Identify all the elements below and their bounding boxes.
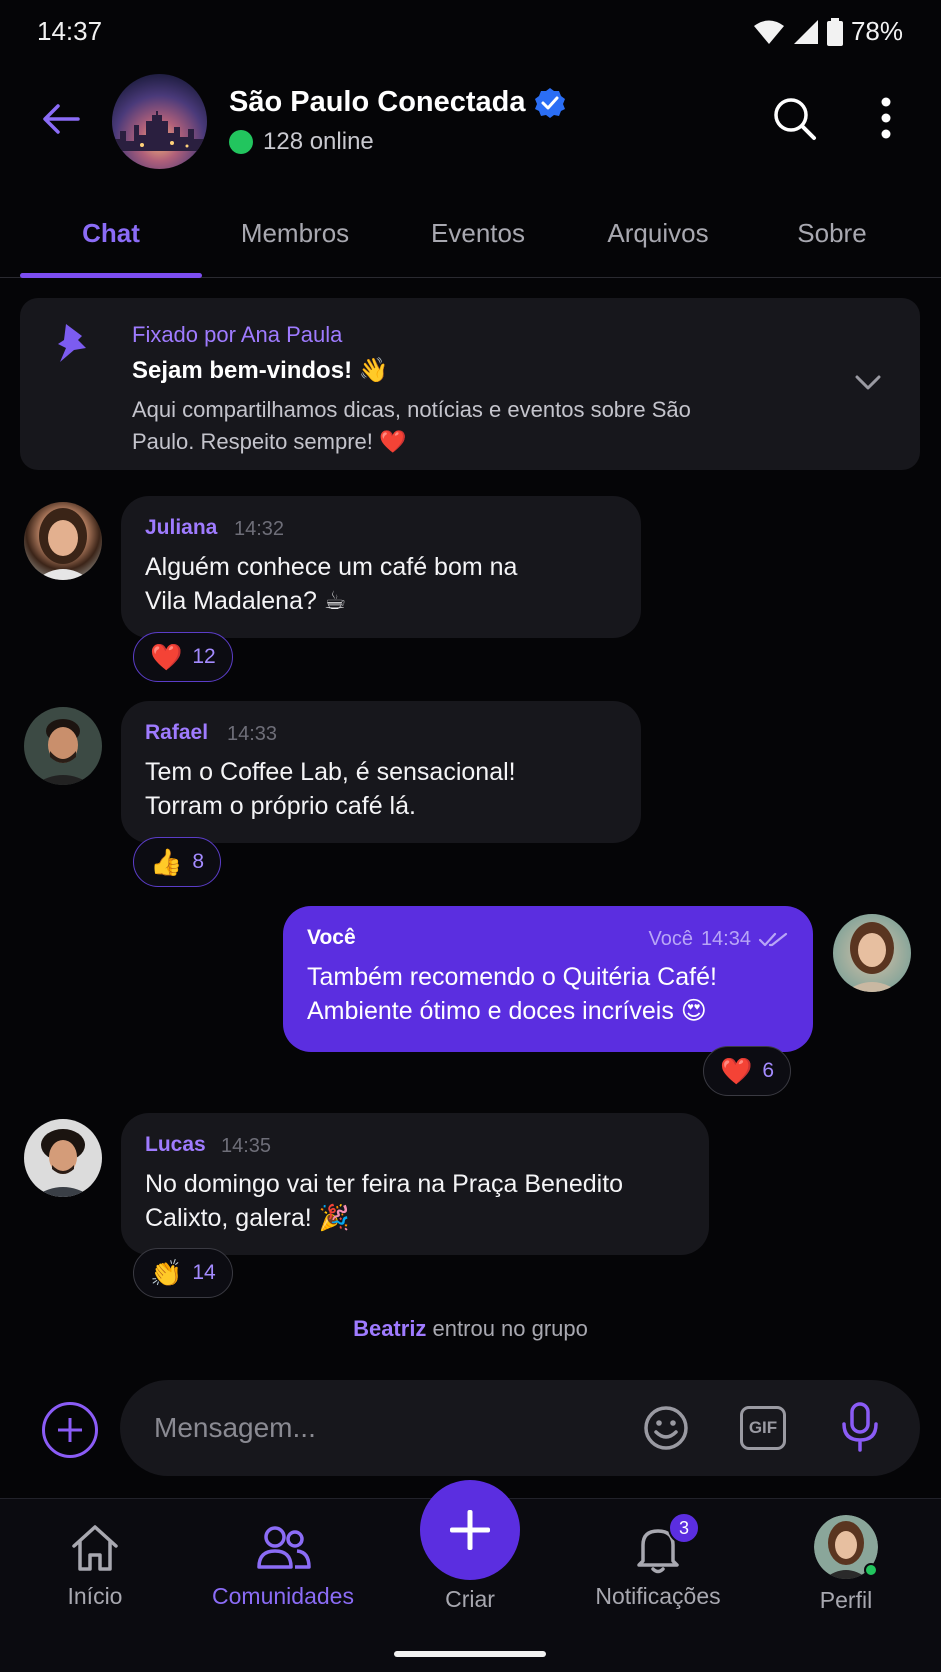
user-photo-rafael: [34, 719, 92, 785]
reaction-chip[interactable]: ❤️ 6: [703, 1046, 792, 1096]
online-status: 128 online: [229, 128, 374, 156]
message-bubble[interactable]: Juliana 14:32 Alguém conhece um café bom…: [121, 496, 641, 638]
message-time: 14:32: [234, 518, 285, 540]
online-dot-icon: [864, 1563, 878, 1577]
nav-communities[interactable]: Comunidades: [203, 1521, 363, 1610]
chat-header: São Paulo Conectada 128 online: [0, 64, 941, 184]
reaction-count: 14: [192, 1261, 216, 1284]
message-composer: GIF: [120, 1380, 920, 1476]
tab-bar: Chat Membros Eventos Arquivos Sobre: [0, 190, 941, 278]
back-arrow-icon[interactable]: [38, 96, 84, 142]
nav-communities-label: Comunidades: [212, 1583, 354, 1609]
user-photo-juliana: [36, 508, 90, 580]
people-icon: [257, 1526, 311, 1569]
profile-avatar: [814, 1515, 878, 1579]
tab-events[interactable]: Eventos: [398, 218, 558, 249]
user-photo-lucas: [34, 1129, 92, 1197]
message-time: 14:35: [221, 1135, 272, 1157]
battery-icon: [826, 17, 843, 46]
system-message-text: entrou no grupo: [426, 1316, 588, 1341]
nav-profile-label: Perfil: [819, 1587, 873, 1613]
attach-button[interactable]: [42, 1402, 98, 1458]
signal-icon: [793, 19, 818, 44]
message-meta: Você 14:34: [648, 928, 789, 951]
message-text: No domingo vai ter feira na Praça Benedi…: [145, 1170, 624, 1232]
avatar[interactable]: [24, 502, 102, 580]
reaction-chip[interactable]: 👍 8: [133, 837, 222, 887]
city-skyline-image: [112, 111, 207, 151]
message-bubble[interactable]: Rafael 14:33 Tem o Coffee Lab, é sensaci…: [121, 701, 641, 843]
wifi-icon: [753, 20, 784, 44]
nav-home[interactable]: Início: [15, 1521, 175, 1610]
message-author[interactable]: Juliana: [145, 516, 217, 540]
double-check-icon: [759, 932, 788, 946]
message-input[interactable]: [154, 1408, 574, 1448]
home-icon: [72, 1525, 118, 1571]
nav-notifications-label: Notificações: [595, 1583, 721, 1609]
message-author[interactable]: Rafael: [145, 721, 208, 745]
reaction-count: 12: [192, 645, 216, 668]
gif-button[interactable]: GIF: [740, 1406, 786, 1450]
pin-icon: [58, 324, 86, 362]
avatar[interactable]: [24, 707, 102, 785]
status-bar: 14:37 78%: [0, 0, 941, 64]
notifications-badge: 3: [668, 1512, 700, 1544]
home-indicator[interactable]: [394, 1651, 546, 1657]
avatar[interactable]: [24, 1119, 102, 1197]
message-text: Também recomendo o Quitéria Café! Ambien…: [307, 963, 717, 1025]
create-label: Criar: [445, 1586, 495, 1612]
chevron-down-icon[interactable]: [852, 366, 884, 398]
message-author[interactable]: Lucas: [145, 1133, 206, 1157]
online-count: 128 online: [263, 128, 374, 155]
microphone-icon[interactable]: [840, 1402, 880, 1454]
pinned-title: Sejam bem-vindos! 👋: [132, 357, 389, 384]
reaction-emoji: ❤️: [720, 1056, 753, 1086]
emoji-icon[interactable]: [642, 1404, 690, 1452]
status-time: 14:37: [37, 16, 103, 46]
active-tab-indicator: [20, 273, 202, 278]
verified-badge-icon: [534, 87, 565, 118]
pinned-by: Fixado por Ana Paula: [132, 322, 343, 347]
create-button[interactable]: [420, 1480, 520, 1580]
reaction-chip[interactable]: 👏 14: [133, 1248, 233, 1298]
message-time: 14:33: [227, 723, 278, 745]
reaction-count: 6: [762, 1059, 775, 1082]
reaction-emoji: 👍: [150, 847, 183, 877]
tab-files[interactable]: Arquivos: [578, 218, 738, 249]
group-title-row[interactable]: São Paulo Conectada: [229, 86, 566, 119]
own-message-bubble[interactable]: Você Você 14:34 Também recomendo o Quité…: [283, 906, 813, 1052]
battery-percent: 78%: [850, 16, 903, 46]
group-title: São Paulo Conectada: [229, 86, 526, 118]
message-author: Você: [307, 926, 356, 949]
message-bubble[interactable]: Lucas 14:35 No domingo vai ter feira na …: [121, 1113, 709, 1255]
sender-label: Você: [648, 928, 693, 950]
reaction-count: 8: [192, 850, 205, 873]
system-message: Beatriz entrou no grupo: [0, 1316, 941, 1342]
system-message-user[interactable]: Beatriz: [353, 1316, 426, 1341]
user-photo-you: [845, 922, 899, 992]
avatar[interactable]: [833, 914, 911, 992]
nav-home-label: Início: [67, 1583, 123, 1609]
pinned-message[interactable]: Fixado por Ana Paula Sejam bem-vindos! 👋…: [20, 298, 920, 470]
status-icons: 78%: [753, 16, 903, 47]
message-time: 14:34: [700, 928, 751, 950]
pinned-body: Aqui compartilhamos dicas, notícias e ev…: [132, 397, 691, 454]
tab-members[interactable]: Membros: [215, 218, 375, 249]
online-dot-icon: [229, 130, 253, 154]
nav-profile[interactable]: Perfil: [766, 1515, 926, 1614]
reaction-emoji: 👏: [150, 1258, 183, 1288]
group-avatar[interactable]: [112, 74, 207, 169]
tab-chat[interactable]: Chat: [20, 218, 202, 249]
nav-notifications[interactable]: Notificações: [578, 1521, 738, 1610]
message-text: Alguém conhece um café bom na Vila Madal…: [145, 553, 518, 615]
reaction-chip[interactable]: ❤️ 12: [133, 632, 233, 682]
tab-about[interactable]: Sobre: [752, 218, 912, 249]
more-options-icon[interactable]: [866, 94, 906, 142]
reaction-emoji: ❤️: [150, 642, 183, 672]
search-icon[interactable]: [770, 94, 818, 142]
message-text: Tem o Coffee Lab, é sensacional! Torram …: [145, 758, 516, 820]
